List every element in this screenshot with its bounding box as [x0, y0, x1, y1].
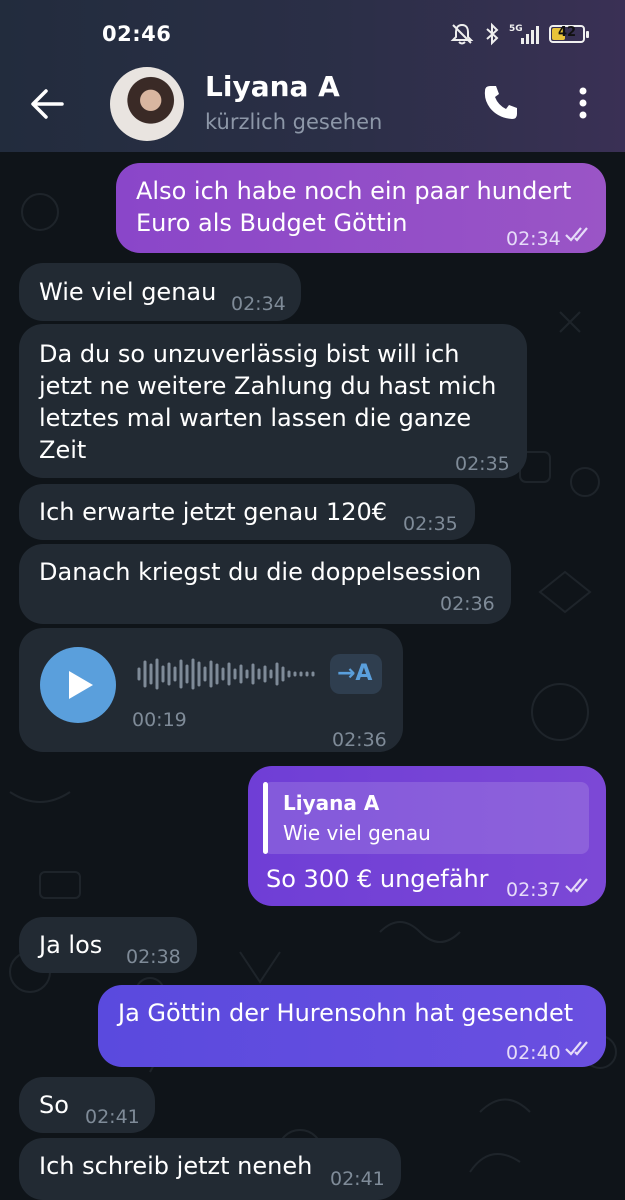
message-incoming[interactable]: So 02:41: [19, 1077, 155, 1133]
message-text: So 300 € ungefähr: [266, 865, 489, 893]
message-time: 02:35: [455, 453, 510, 475]
status-bar: 02:46 5G 42: [0, 0, 625, 68]
double-check-icon: [565, 878, 588, 893]
message-text: So: [39, 1091, 69, 1119]
message-text: Danach kriegst du die doppelsession: [39, 558, 482, 586]
message-incoming[interactable]: Ja los 02:38: [19, 917, 197, 973]
message-text: Da du so unzuverlässig bist will ich: [39, 340, 460, 368]
waveform[interactable]: [136, 656, 326, 692]
battery-level: 42: [557, 25, 577, 40]
voice-duration: 00:19: [132, 709, 187, 731]
message-text: jetzt ne weitere Zahlung du hast mich: [39, 372, 497, 400]
transcribe-label: →A: [337, 661, 373, 686]
chat-area[interactable]: Also ich habe noch ein paar hundert Euro…: [0, 152, 625, 1200]
message-text: Zeit: [39, 436, 87, 464]
reply-text: Wie viel genau: [283, 821, 431, 845]
transcribe-button[interactable]: →A: [330, 654, 382, 694]
message-time: 02:36: [440, 593, 495, 615]
message-incoming[interactable]: Ich erwarte jetzt genau 120€ 02:35: [19, 484, 475, 540]
contact-status: kürzlich gesehen: [205, 110, 383, 134]
status-time: 02:46: [102, 22, 172, 46]
message-outgoing[interactable]: Ja Göttin der Hurensohn hat gesendet 02:…: [98, 985, 606, 1067]
message-time: 02:41: [330, 1168, 385, 1190]
message-text: Ich schreib jetzt neneh: [39, 1152, 313, 1180]
message-text: Ich erwarte jetzt genau 120€: [39, 498, 388, 526]
message-time: 02:34: [231, 293, 286, 315]
double-check-icon: [565, 1041, 588, 1056]
voice-message[interactable]: →A 00:19 02:36: [19, 628, 403, 752]
signal-icon: 5G: [509, 24, 539, 44]
bluetooth-icon: [486, 22, 499, 46]
reply-quote[interactable]: Liyana A Wie viel genau: [263, 782, 589, 854]
message-text: Euro als Budget Göttin: [136, 209, 408, 237]
message-time: 02:35: [403, 513, 458, 535]
chat-header: 02:46 5G 42 Liyana A kürzlich gesehen: [0, 0, 625, 152]
mute-icon: [450, 23, 474, 45]
message-incoming[interactable]: Da du so unzuverlässig bist will ich jet…: [19, 324, 527, 478]
message-time: 02:37: [506, 879, 561, 901]
message-time: 02:40: [506, 1042, 561, 1064]
reply-author: Liyana A: [283, 791, 380, 815]
message-time: 02:34: [506, 228, 561, 250]
message-incoming[interactable]: Ich schreib jetzt neneh 02:41: [19, 1138, 401, 1200]
avatar[interactable]: [110, 67, 184, 141]
message-text: Ja Göttin der Hurensohn hat gesendet: [118, 999, 574, 1027]
svg-text:5G: 5G: [509, 24, 523, 34]
reply-quote-bar: [263, 782, 268, 854]
message-incoming[interactable]: Danach kriegst du die doppelsession 02:3…: [19, 544, 511, 624]
double-check-icon: [565, 227, 588, 242]
message-text: Ja los: [39, 931, 103, 959]
phone-icon[interactable]: [478, 80, 524, 126]
message-incoming[interactable]: Wie viel genau 02:34: [19, 263, 301, 321]
more-options-icon[interactable]: [568, 82, 598, 126]
contact-name[interactable]: Liyana A: [205, 70, 340, 103]
message-text: Wie viel genau: [39, 278, 217, 306]
message-time: 02:36: [332, 729, 387, 751]
message-outgoing[interactable]: Liyana A Wie viel genau So 300 € ungefäh…: [248, 766, 606, 906]
battery-icon: 42: [549, 25, 589, 43]
message-text: letztes mal warten lassen die ganze: [39, 404, 472, 432]
message-outgoing[interactable]: Also ich habe noch ein paar hundert Euro…: [116, 163, 606, 253]
message-time: 02:41: [85, 1106, 140, 1128]
message-time: 02:38: [126, 946, 181, 968]
message-text: Also ich habe noch ein paar hundert: [136, 177, 572, 205]
play-button-icon[interactable]: [39, 646, 117, 724]
status-icons: 5G 42: [449, 20, 589, 48]
back-arrow-icon[interactable]: [26, 82, 70, 126]
